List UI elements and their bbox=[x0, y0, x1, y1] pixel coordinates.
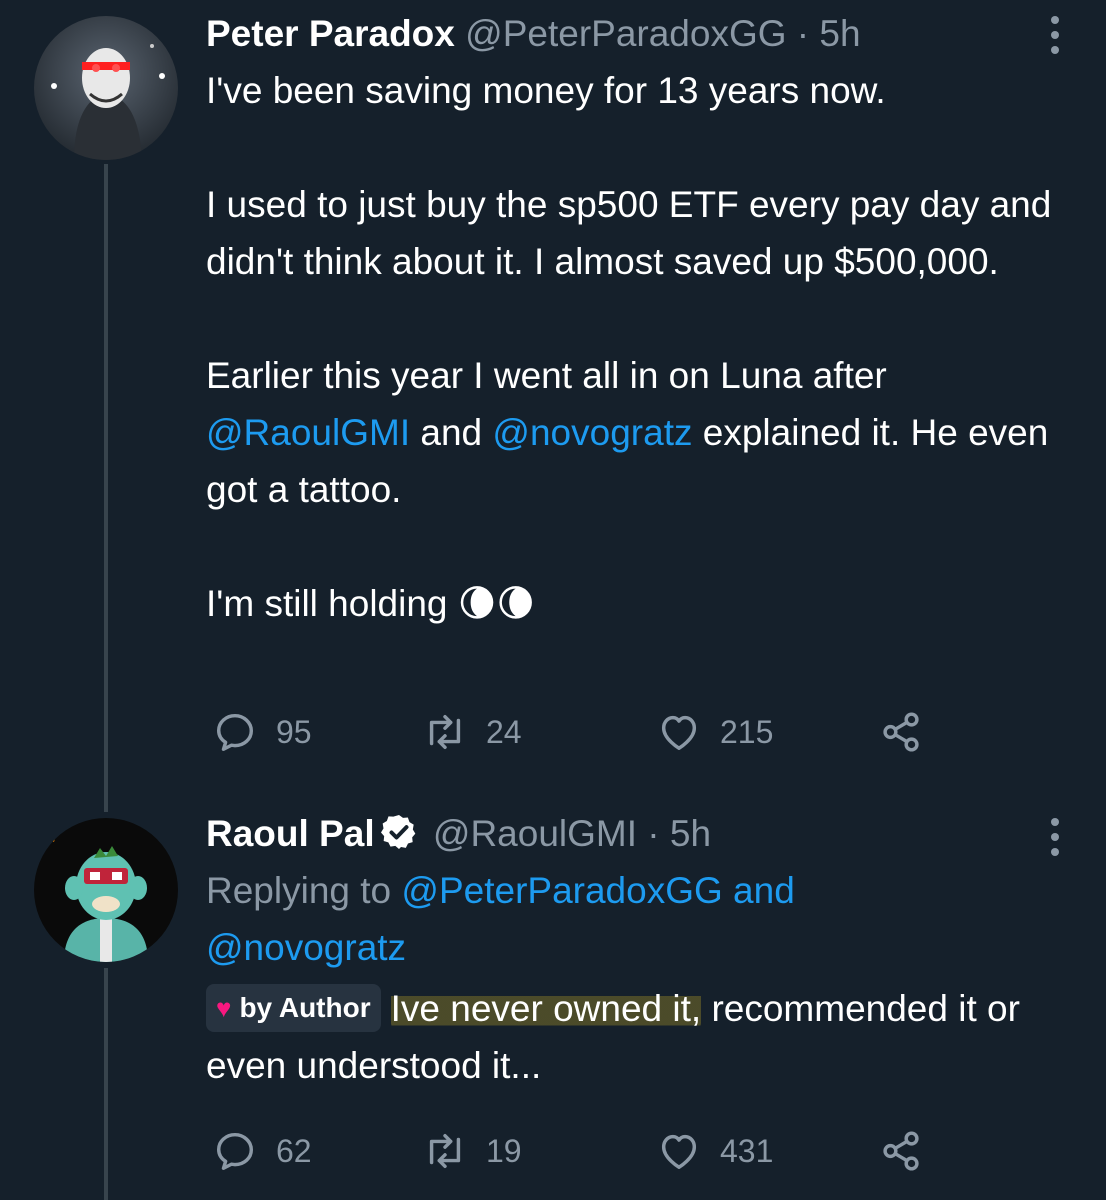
avatar-raoul-pal[interactable] bbox=[34, 818, 178, 962]
reply-button-2[interactable]: 62 bbox=[212, 1126, 312, 1176]
author-handle-2[interactable]: @RaoulGMI bbox=[433, 813, 637, 854]
tweet-text-2: ♥ by Author Ive never owned it, recommende… bbox=[206, 980, 1066, 1094]
highlighted-text: Ive never owned it, bbox=[390, 988, 702, 1029]
reply-icon bbox=[216, 1132, 254, 1170]
header-separator: · bbox=[786, 13, 820, 54]
share-button[interactable] bbox=[878, 707, 924, 757]
like-button[interactable]: 215 bbox=[656, 707, 773, 757]
tweet-text: I've been saving money for 13 years now.… bbox=[206, 62, 1066, 632]
replying-to: Replying to @PeterParadoxGG and @novogra… bbox=[206, 862, 1066, 976]
mention-novogratz[interactable]: @novogratz bbox=[492, 412, 692, 453]
reply-button[interactable]: 95 bbox=[212, 707, 312, 757]
moon-emoji: 🌘🌘 bbox=[457, 583, 535, 624]
tweet-peter-paradox: Peter Paradox @PeterParadoxGG · 5h I've … bbox=[206, 12, 1066, 632]
like-count: 215 bbox=[720, 713, 774, 750]
thread-line-top bbox=[104, 164, 108, 812]
mention-raoulgmi[interactable]: @RaoulGMI bbox=[206, 412, 410, 453]
replying-and[interactable]: and bbox=[723, 870, 795, 911]
author-name[interactable]: Peter Paradox bbox=[206, 13, 455, 54]
like-count-2: 431 bbox=[720, 1132, 774, 1169]
like-button-2[interactable]: 431 bbox=[656, 1126, 773, 1176]
retweet-count-2: 19 bbox=[486, 1132, 522, 1169]
replying-user-peter[interactable]: @PeterParadoxGG bbox=[401, 870, 722, 911]
tweet-header: Peter Paradox @PeterParadoxGG · 5h bbox=[206, 12, 1066, 56]
like-icon bbox=[661, 715, 697, 751]
thread-line-bottom bbox=[104, 968, 108, 1200]
para3-and: and bbox=[410, 412, 493, 453]
tweet-actions-2: 62 19 431 bbox=[206, 1126, 966, 1176]
tweet-paragraph-4: I'm still holding 🌘🌘 bbox=[206, 575, 1066, 632]
badge-label: by Author bbox=[239, 992, 371, 1023]
author-handle[interactable]: @PeterParadoxGG bbox=[465, 13, 786, 54]
heart-icon: ♥ bbox=[216, 993, 232, 1023]
avatar-peter-paradox[interactable] bbox=[34, 16, 178, 160]
holding-text: I'm still holding bbox=[206, 583, 448, 624]
para3-start: Earlier this year I went all in on Luna … bbox=[206, 355, 887, 396]
retweet-button-2[interactable]: 19 bbox=[422, 1126, 522, 1176]
author-name-2[interactable]: Raoul Pal bbox=[206, 813, 375, 854]
retweet-count: 24 bbox=[486, 713, 522, 750]
author-badge: ♥ by Author bbox=[206, 984, 381, 1032]
reply-icon bbox=[216, 713, 254, 751]
tweet-actions: 95 24 215 bbox=[206, 707, 966, 757]
retweet-icon bbox=[429, 714, 461, 750]
tweet-time[interactable]: 5h bbox=[819, 13, 860, 54]
replying-prefix: Replying to bbox=[206, 870, 402, 911]
header-separator-2: · bbox=[637, 813, 670, 854]
tweet-line-1: I've been saving money for 13 years now. bbox=[206, 70, 886, 111]
tweet-time-2[interactable]: 5h bbox=[670, 813, 711, 854]
tweet-paragraph-3: Earlier this year I went all in on Luna … bbox=[206, 347, 1066, 518]
tweet-header-2: Raoul Pal @RaoulGMI · 5h bbox=[206, 812, 1066, 856]
share-button-2[interactable] bbox=[878, 1126, 924, 1176]
reply-count: 95 bbox=[276, 713, 312, 750]
tweet-paragraph-2: I used to just buy the sp500 ETF every p… bbox=[206, 184, 1052, 282]
tweet-raoul-pal: Raoul Pal @RaoulGMI · 5h Replying to @Pe… bbox=[206, 812, 1066, 1094]
replying-user-novogratz[interactable]: @novogratz bbox=[206, 927, 406, 968]
retweet-button[interactable]: 24 bbox=[422, 707, 522, 757]
share-icon bbox=[883, 712, 919, 752]
share-icon bbox=[883, 1131, 919, 1171]
like-icon bbox=[661, 1134, 697, 1170]
retweet-icon bbox=[429, 1133, 461, 1169]
reply-count-2: 62 bbox=[276, 1132, 312, 1169]
verified-icon bbox=[380, 815, 415, 849]
